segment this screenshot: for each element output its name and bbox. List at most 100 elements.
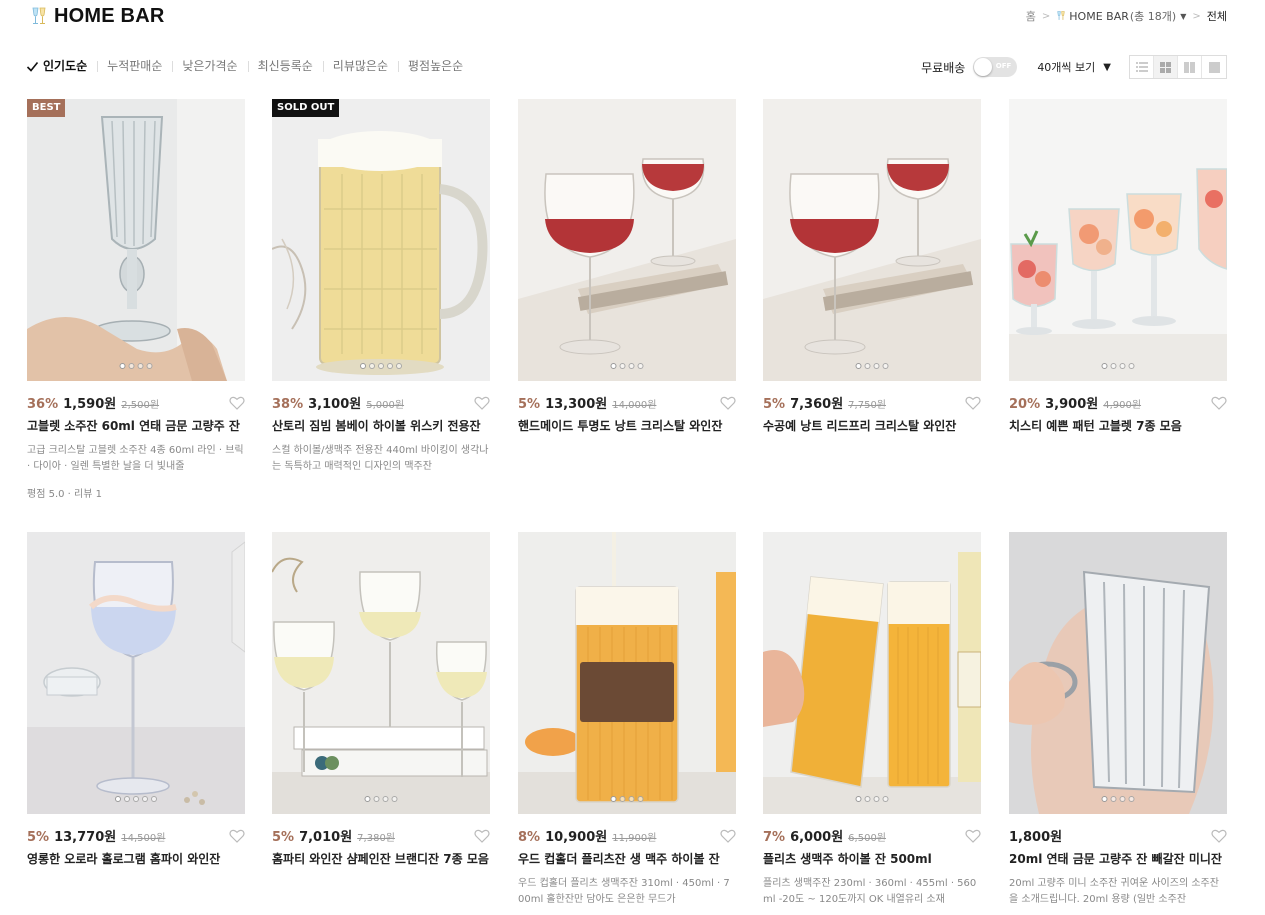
per-page-select[interactable]: 40개씩 보기 ▼ bbox=[1037, 59, 1111, 75]
free-shipping-toggle[interactable]: OFF bbox=[973, 57, 1018, 77]
sort-newest[interactable]: 최신등록순 bbox=[247, 57, 323, 75]
product-name[interactable]: 영롱한 오로라 홀로그램 홈파이 와인잔 bbox=[27, 851, 245, 867]
product-image[interactable] bbox=[1009, 99, 1227, 381]
pagination-dot[interactable] bbox=[1119, 363, 1126, 369]
heart-icon[interactable] bbox=[229, 828, 245, 843]
pagination-dot[interactable] bbox=[137, 363, 144, 369]
pagination-dot[interactable] bbox=[882, 363, 889, 369]
pagination-dot[interactable] bbox=[864, 796, 871, 802]
pagination-dot[interactable] bbox=[142, 796, 148, 802]
pagination-dot[interactable] bbox=[619, 363, 626, 369]
sort-popular[interactable]: 인기도순 bbox=[26, 57, 97, 75]
sort-low-price[interactable]: 낮은가격순 bbox=[172, 57, 247, 75]
pagination-dot[interactable] bbox=[1128, 363, 1135, 369]
product-card[interactable]: 5% 13,770원 14,500원 영롱한 오로라 홀로그램 홈파이 와인잔 bbox=[27, 532, 245, 867]
breadcrumb-current: 전체 bbox=[1206, 10, 1227, 23]
pagination-dot[interactable] bbox=[364, 796, 371, 802]
heart-icon[interactable] bbox=[1211, 395, 1227, 410]
product-image[interactable] bbox=[1009, 532, 1227, 814]
pagination-dot[interactable] bbox=[373, 796, 380, 802]
grid-4-view-icon[interactable] bbox=[1154, 56, 1178, 78]
product-name[interactable]: 치스티 예쁜 패턴 고블렛 7종 모음 bbox=[1009, 418, 1227, 434]
sort-cumulative-sales[interactable]: 누적판매순 bbox=[97, 57, 172, 75]
product-image[interactable] bbox=[27, 532, 245, 814]
pagination-dot[interactable] bbox=[1110, 363, 1117, 369]
product-rating: 평점 5.0 · 리뷰 1 bbox=[27, 489, 102, 500]
caret-down-icon[interactable]: ▼ bbox=[1180, 12, 1186, 21]
product-image[interactable] bbox=[518, 532, 736, 814]
product-name[interactable]: 20ml 연태 금문 고량주 잔 빼갈잔 미니잔 bbox=[1009, 851, 1227, 867]
single-view-icon[interactable] bbox=[1202, 56, 1226, 78]
pagination-dot[interactable] bbox=[124, 796, 130, 802]
product-name[interactable]: 우드 컵홀더 플리츠잔 생 맥주 하이볼 잔 bbox=[518, 851, 736, 867]
product-card[interactable]: 8% 10,900원 11,900원 우드 컵홀더 플리츠잔 생 맥주 하이볼 … bbox=[518, 532, 736, 908]
pagination-dot[interactable] bbox=[146, 363, 153, 369]
product-name[interactable]: 홈파티 와인잔 샴페인잔 브랜디잔 7종 모음 bbox=[272, 851, 490, 867]
pagination-dot[interactable] bbox=[115, 796, 121, 802]
grid-2-view-icon[interactable] bbox=[1178, 56, 1202, 78]
heart-icon[interactable] bbox=[965, 395, 981, 410]
pagination-dot[interactable] bbox=[1110, 796, 1117, 802]
pagination-dot[interactable] bbox=[855, 796, 862, 802]
product-name[interactable]: 고블렛 소주잔 60ml 연태 금문 고량주 잔 bbox=[27, 418, 245, 434]
product-card[interactable]: 1,800원 20ml 연태 금문 고량주 잔 빼갈잔 미니잔 20ml 고량주… bbox=[1009, 532, 1227, 908]
product-card[interactable]: SOLD OUT 38% 3,100원 5,000원 산토리 짐빔 봄베이 하이… bbox=[272, 99, 490, 475]
heart-icon[interactable] bbox=[474, 395, 490, 410]
product-name[interactable]: 산토리 짐빔 봄베이 하이볼 위스키 전용잔 bbox=[272, 418, 490, 434]
pagination-dot[interactable] bbox=[628, 363, 635, 369]
pagination-dot[interactable] bbox=[391, 796, 398, 802]
product-card[interactable]: 20% 3,900원 4,900원 치스티 예쁜 패턴 고블렛 7종 모음 bbox=[1009, 99, 1227, 434]
heart-icon[interactable] bbox=[720, 395, 736, 410]
pagination-dot[interactable] bbox=[855, 363, 862, 369]
breadcrumb-category[interactable]: HOME BAR (총 18개) ▼ bbox=[1056, 8, 1186, 24]
pagination-dot[interactable] bbox=[637, 363, 644, 369]
product-name[interactable]: 플리츠 생맥주 하이볼 잔 500ml bbox=[763, 851, 981, 867]
pagination-dot[interactable] bbox=[133, 796, 139, 802]
pagination-dot[interactable] bbox=[1128, 796, 1135, 802]
pagination-dot[interactable] bbox=[1101, 796, 1108, 802]
product-image[interactable] bbox=[763, 532, 981, 814]
pagination-dot[interactable] bbox=[360, 363, 366, 369]
pagination-dot[interactable] bbox=[610, 796, 617, 802]
product-card[interactable]: 5% 13,300원 14,000원 핸드메이드 투명도 낭트 크리스탈 와인잔 bbox=[518, 99, 736, 434]
pagination-dot[interactable] bbox=[873, 796, 880, 802]
pagination-dot[interactable] bbox=[882, 796, 889, 802]
product-image[interactable] bbox=[272, 532, 490, 814]
pagination-dot[interactable] bbox=[387, 363, 393, 369]
product-image[interactable]: BEST bbox=[27, 99, 245, 381]
product-image[interactable] bbox=[518, 99, 736, 381]
pagination-dot[interactable] bbox=[382, 796, 389, 802]
price-row: 7% 6,000원 6,500원 bbox=[763, 826, 981, 845]
heart-icon[interactable] bbox=[1211, 828, 1227, 843]
pagination-dot[interactable] bbox=[128, 363, 135, 369]
product-name[interactable]: 핸드메이드 투명도 낭트 크리스탈 와인잔 bbox=[518, 418, 736, 434]
pagination-dot[interactable] bbox=[637, 796, 644, 802]
product-name[interactable]: 수공예 낭트 리드프리 크리스탈 와인잔 bbox=[763, 418, 981, 434]
pagination-dot[interactable] bbox=[119, 363, 126, 369]
breadcrumb-home[interactable]: 홈 bbox=[1026, 8, 1036, 24]
pagination-dot[interactable] bbox=[619, 796, 626, 802]
pagination-dot[interactable] bbox=[873, 363, 880, 369]
product-card[interactable]: 5% 7,360원 7,750원 수공예 낭트 리드프리 크리스탈 와인잔 bbox=[763, 99, 981, 434]
heart-icon[interactable] bbox=[229, 395, 245, 410]
heart-icon[interactable] bbox=[720, 828, 736, 843]
list-view-icon[interactable] bbox=[1130, 56, 1154, 78]
product-image[interactable]: SOLD OUT bbox=[272, 99, 490, 381]
product-image[interactable] bbox=[763, 99, 981, 381]
pagination-dot[interactable] bbox=[378, 363, 384, 369]
pagination-dot[interactable] bbox=[864, 363, 871, 369]
product-card[interactable]: 5% 7,010원 7,380원 홈파티 와인잔 샴페인잔 브랜디잔 7종 모음 bbox=[272, 532, 490, 867]
heart-icon[interactable] bbox=[965, 828, 981, 843]
pagination-dot[interactable] bbox=[396, 363, 402, 369]
product-card[interactable]: BEST 36% 1,590원 2,500원 고블렛 소주잔 60ml 연태 금… bbox=[27, 99, 245, 500]
pagination-dot[interactable] bbox=[628, 796, 635, 802]
pagination-dot[interactable] bbox=[151, 796, 157, 802]
pagination-dot[interactable] bbox=[610, 363, 617, 369]
heart-icon[interactable] bbox=[474, 828, 490, 843]
pagination-dot[interactable] bbox=[1119, 796, 1126, 802]
sort-top-rated[interactable]: 평점높은순 bbox=[397, 57, 473, 75]
pagination-dot[interactable] bbox=[369, 363, 375, 369]
pagination-dot[interactable] bbox=[1101, 363, 1108, 369]
product-card[interactable]: 7% 6,000원 6,500원 플리츠 생맥주 하이볼 잔 500ml 플리츠… bbox=[763, 532, 981, 908]
sort-most-reviews[interactable]: 리뷰많은순 bbox=[322, 57, 398, 75]
